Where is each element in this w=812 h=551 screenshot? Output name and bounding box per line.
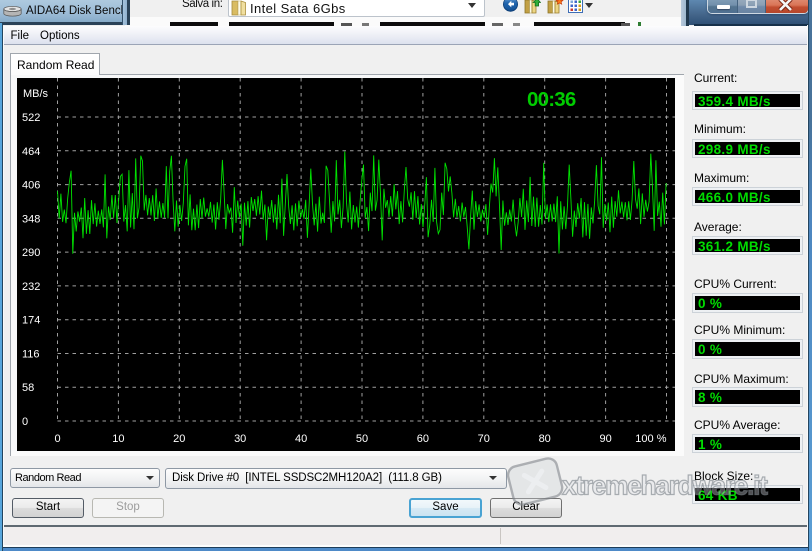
svg-text:90: 90 — [599, 433, 611, 445]
svg-text:464: 464 — [22, 146, 40, 158]
svg-text:232: 232 — [22, 281, 40, 293]
svg-text:50: 50 — [356, 433, 368, 445]
svg-text:40: 40 — [295, 433, 307, 445]
svg-text:0: 0 — [22, 416, 28, 428]
svg-text:30: 30 — [234, 433, 246, 445]
svg-text:10: 10 — [112, 433, 124, 445]
svg-text:00:36: 00:36 — [527, 88, 576, 111]
svg-text:100 %: 100 % — [635, 433, 666, 445]
svg-text:58: 58 — [22, 382, 34, 394]
svg-text:174: 174 — [22, 315, 40, 327]
svg-text:116: 116 — [22, 349, 40, 361]
svg-text:348: 348 — [22, 213, 40, 225]
svg-text:290: 290 — [22, 247, 40, 259]
svg-text:70: 70 — [478, 433, 490, 445]
svg-text:MB/s: MB/s — [23, 88, 49, 100]
svg-text:522: 522 — [22, 112, 40, 124]
svg-text:xtremehardware.it: xtremehardware.it — [562, 471, 768, 501]
svg-text:406: 406 — [22, 180, 40, 192]
svg-text:0: 0 — [54, 433, 60, 445]
svg-text:60: 60 — [417, 433, 429, 445]
svg-text:20: 20 — [173, 433, 185, 445]
svg-text:80: 80 — [539, 433, 551, 445]
